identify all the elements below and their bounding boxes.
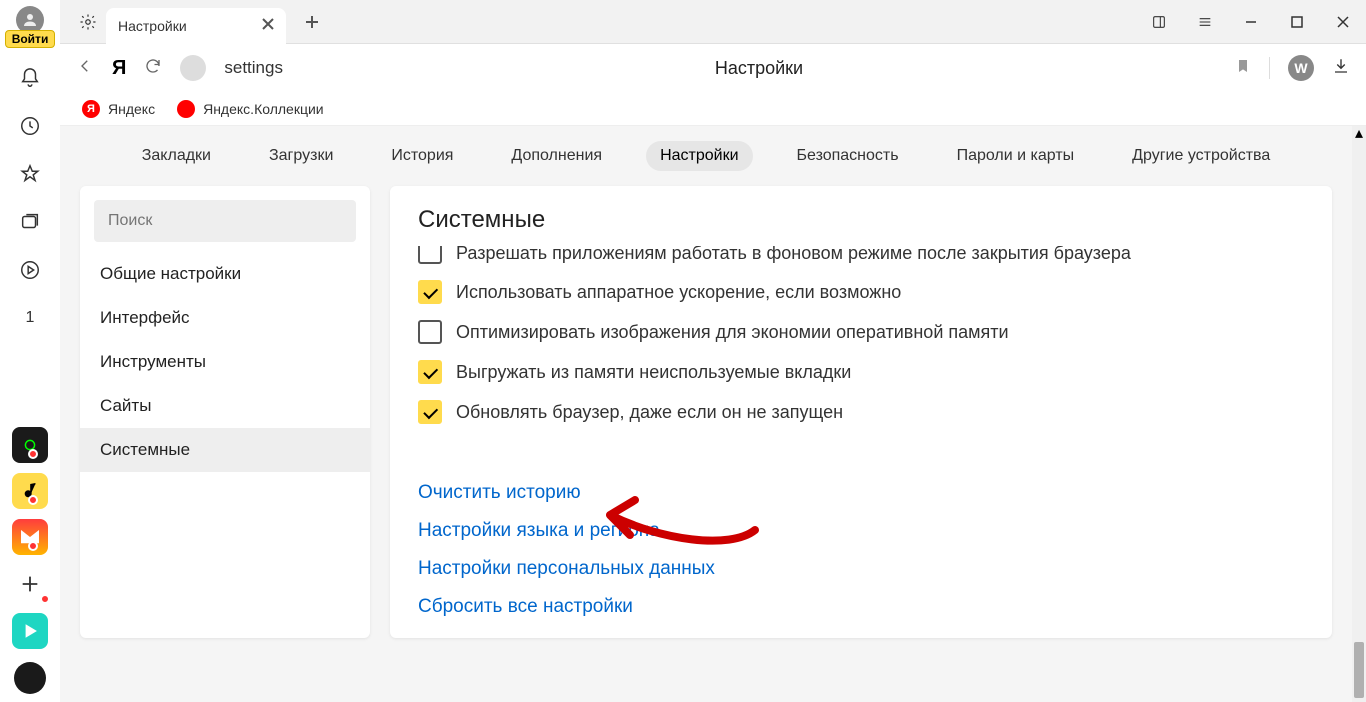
settings-link[interactable]: Очистить историю	[418, 482, 1304, 504]
bell-icon[interactable]	[0, 54, 60, 102]
url-text[interactable]: settings	[224, 58, 283, 78]
history-icon[interactable]	[0, 102, 60, 150]
scroll-thumb[interactable]	[1354, 642, 1364, 698]
option-row: Использовать аппаратное ускорение, если …	[418, 272, 1304, 312]
option-row: Оптимизировать изображения для экономии …	[418, 312, 1304, 352]
sidepanel-icon[interactable]	[1136, 0, 1182, 44]
back-button[interactable]	[76, 57, 94, 80]
app-music-icon[interactable]	[12, 473, 48, 509]
section-title: Системные	[418, 206, 1304, 234]
option-label: Использовать аппаратное ускорение, если …	[456, 282, 901, 303]
checkbox[interactable]	[418, 320, 442, 344]
option-label: Выгружать из памяти неиспользуемые вклад…	[456, 362, 851, 383]
star-icon[interactable]	[0, 150, 60, 198]
leftpanel-item[interactable]: Системные	[80, 428, 370, 472]
app-alice-icon[interactable]	[0, 654, 60, 702]
collections-icon[interactable]	[0, 198, 60, 246]
new-tab-button[interactable]	[296, 6, 328, 38]
leftpanel-item[interactable]: Инструменты	[80, 340, 370, 384]
scrollbar[interactable]: ▴	[1352, 126, 1366, 702]
profile-block[interactable]: Войти	[10, 6, 50, 54]
topnav-item[interactable]: История	[377, 141, 467, 171]
bookmark-label: Яндекс.Коллекции	[203, 101, 324, 117]
option-label: Обновлять браузер, даже если он не запущ…	[456, 402, 843, 423]
gear-icon[interactable]	[70, 13, 106, 31]
topnav-item[interactable]: Безопасность	[783, 141, 913, 171]
collections-favicon	[177, 100, 195, 118]
search-input[interactable]	[94, 200, 356, 242]
app-mail-icon[interactable]	[12, 519, 48, 555]
address-bar: Я settings Настройки W	[60, 44, 1366, 92]
topnav-item[interactable]: Закладки	[128, 141, 225, 171]
bookmark-label: Яндекс	[108, 101, 155, 117]
left-sidebar: Войти 1	[0, 0, 60, 702]
close-window-button[interactable]	[1320, 0, 1366, 44]
reload-button[interactable]	[144, 57, 162, 80]
download-icon[interactable]	[1332, 57, 1350, 80]
badge-one[interactable]: 1	[0, 294, 60, 342]
option-label: Оптимизировать изображения для экономии …	[456, 322, 1009, 343]
settings-link[interactable]: Настройки персональных данных	[418, 558, 1304, 580]
bookmark-icon[interactable]	[1235, 58, 1251, 79]
checkbox[interactable]	[418, 246, 442, 264]
bookmark-yandex[interactable]: Я Яндекс	[76, 96, 161, 122]
option-label: Разрешать приложениям работать в фоновом…	[456, 246, 1131, 264]
play-circle-icon[interactable]	[0, 246, 60, 294]
app-camera-icon[interactable]	[12, 427, 48, 463]
topnav-item[interactable]: Настройки	[646, 141, 752, 171]
maximize-button[interactable]	[1274, 0, 1320, 44]
bookmarks-bar: Я Яндекс Яндекс.Коллекции	[60, 92, 1366, 126]
option-row: Разрешать приложениям работать в фоновом…	[418, 246, 1304, 272]
leftpanel-item[interactable]: Интерфейс	[80, 296, 370, 340]
checkbox[interactable]	[418, 400, 442, 424]
content-area: Закладки Загрузки История Дополнения Настрой…	[60, 126, 1352, 702]
settings-link[interactable]: Сбросить все настройки	[418, 596, 1304, 618]
option-row: Выгружать из памяти неиспользуемые вклад…	[418, 352, 1304, 392]
leftpanel-item[interactable]: Общие настройки	[80, 252, 370, 296]
tabstrip: Настройки	[60, 0, 1366, 44]
topnav-item[interactable]: Другие устройства	[1118, 141, 1284, 171]
yandex-favicon: Я	[82, 100, 100, 118]
divider	[1269, 57, 1270, 79]
checkbox[interactable]	[418, 280, 442, 304]
site-security-icon[interactable]	[180, 55, 206, 81]
scroll-up-icon[interactable]: ▴	[1352, 126, 1366, 140]
tab-title: Настройки	[118, 18, 252, 34]
option-row: Обновлять браузер, даже если он не запущ…	[418, 392, 1304, 432]
page-title: Настройки	[301, 58, 1217, 79]
login-badge[interactable]: Войти	[5, 30, 56, 48]
minimize-button[interactable]	[1228, 0, 1274, 44]
topnav-item[interactable]: Пароли и карты	[943, 141, 1089, 171]
settings-leftpanel: Общие настройкиИнтерфейсИнструментыСайты…	[80, 186, 370, 638]
settings-link[interactable]: Настройки языка и региона	[418, 520, 1304, 542]
app-teal-icon[interactable]	[12, 613, 48, 649]
topnav-item[interactable]: Дополнения	[497, 141, 616, 171]
add-app-icon[interactable]	[0, 560, 60, 608]
yandex-logo[interactable]: Я	[112, 57, 126, 80]
checkbox[interactable]	[418, 360, 442, 384]
settings-mainpanel: Системные Разрешать приложениям работать…	[390, 186, 1332, 638]
settings-topnav: Закладки Загрузки История Дополнения Настрой…	[60, 126, 1352, 186]
tab-settings[interactable]: Настройки	[106, 8, 286, 44]
topnav-item[interactable]: Загрузки	[255, 141, 347, 171]
menu-icon[interactable]	[1182, 0, 1228, 44]
bookmark-collections[interactable]: Яндекс.Коллекции	[171, 96, 330, 122]
extension-w-badge[interactable]: W	[1288, 55, 1314, 81]
leftpanel-item[interactable]: Сайты	[80, 384, 370, 428]
close-icon[interactable]	[262, 17, 274, 35]
browser-chrome: Настройки Я settings Настройки W Я Яндек…	[60, 0, 1366, 126]
